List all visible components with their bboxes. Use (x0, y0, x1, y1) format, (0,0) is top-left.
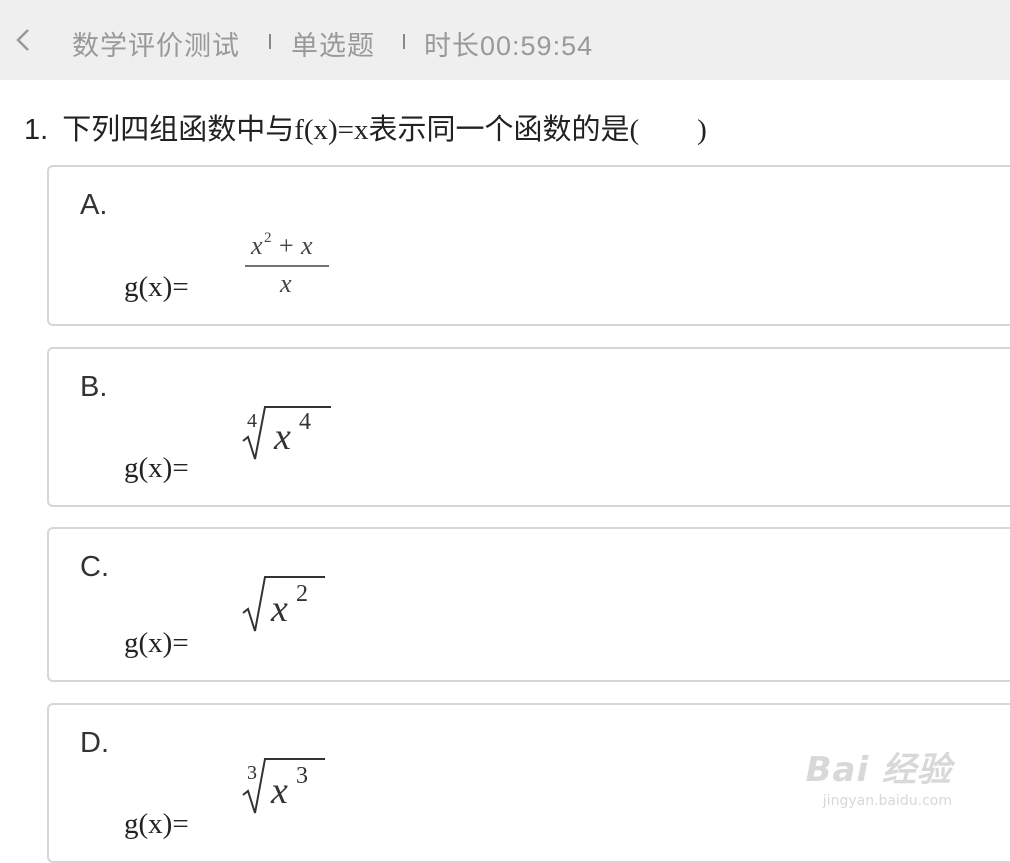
formula-fourth-root: 4 x 4 (242, 406, 331, 460)
svg-text:4: 4 (299, 409, 311, 435)
option-letter: C. (80, 551, 109, 583)
divider (403, 34, 405, 49)
top-bar: 数学评价测试 单选题 时长00:59:54 (0, 0, 1010, 80)
option-letter: A. (80, 189, 108, 221)
svg-text:+: + (279, 231, 294, 260)
formula-fraction: x 2 + x x (245, 230, 329, 298)
chevron-left-icon (16, 29, 29, 51)
question-number: 1. (24, 114, 49, 146)
svg-text:4: 4 (247, 410, 257, 432)
back-button[interactable] (10, 22, 40, 58)
option-prefix: g(x)= (124, 271, 189, 303)
svg-text:2: 2 (264, 230, 272, 246)
svg-text:x: x (270, 770, 288, 812)
watermark-url: jingyan.baidu.com (822, 793, 952, 809)
option-b[interactable]: B. g(x)= 4 x 4 (47, 347, 1010, 507)
timer: 时长00:59:54 (424, 31, 594, 61)
svg-text:3: 3 (296, 763, 308, 789)
svg-text:x: x (300, 231, 313, 260)
svg-text:x: x (279, 269, 292, 298)
formula-cube-root: 3 x 3 (242, 758, 325, 814)
option-prefix: g(x)= (124, 452, 189, 484)
svg-text:x: x (270, 588, 288, 630)
option-letter: B. (80, 371, 108, 403)
formula-square-root: x 2 (242, 576, 325, 632)
watermark-logo: Bai 经验 (805, 750, 952, 790)
svg-text:3: 3 (247, 762, 257, 784)
question-text: 下列四组函数中与f(x)=x表示同一个函数的是( ) (62, 114, 707, 146)
svg-text:2: 2 (296, 581, 308, 607)
question-type: 单选题 (291, 31, 375, 61)
divider (269, 34, 271, 49)
option-letter: D. (80, 727, 109, 759)
option-prefix: g(x)= (124, 808, 189, 840)
svg-text:x: x (250, 231, 263, 260)
svg-text:x: x (273, 416, 291, 458)
option-a[interactable]: A. g(x)= x 2 + x x (47, 165, 1010, 326)
option-c[interactable]: C. g(x)= x 2 (47, 527, 1010, 682)
watermark: Bai 经验 jingyan.baidu.com (806, 742, 952, 809)
page-title: 数学评价测试 (72, 31, 240, 61)
option-prefix: g(x)= (124, 627, 189, 659)
question-stem: 1. 下列四组函数中与f(x)=x表示同一个函数的是( ) (24, 106, 707, 148)
